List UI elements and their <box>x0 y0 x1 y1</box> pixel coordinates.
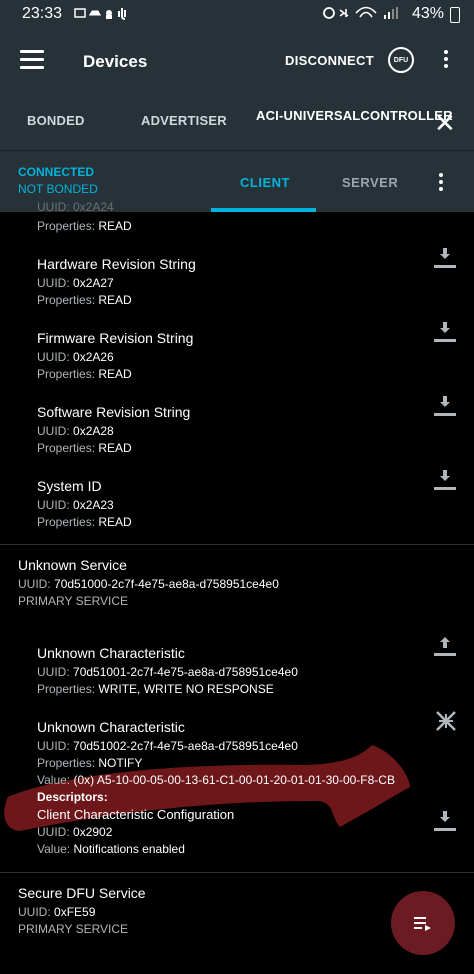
tab-client[interactable]: CLIENT <box>240 175 290 190</box>
service-type: PRIMARY SERVICE <box>18 594 129 608</box>
characteristic-uuid: 0x2A28 <box>73 424 114 438</box>
characteristic-name: Unknown Characteristic <box>37 645 185 661</box>
log-fab-button[interactable] <box>391 891 455 955</box>
characteristic-uuid: 0x2A23 <box>73 498 114 512</box>
characteristic-properties: READ <box>98 515 132 529</box>
notifications-toggle-icon[interactable] <box>435 710 457 732</box>
connection-menu-icon[interactable] <box>439 173 445 194</box>
dfu-icon[interactable]: DFU <box>388 47 414 73</box>
service-uuid: 0xFE59 <box>54 905 96 919</box>
system-status-icons <box>322 6 404 23</box>
characteristic-name: Unknown Characteristic <box>37 719 185 735</box>
characteristic-properties: READ <box>98 367 132 381</box>
characteristic-value: (0x) A5-10-00-05-00-13-61-C1-00-01-20-01… <box>73 773 395 787</box>
service-uuid: 70d51000-2c7f-4e75-ae8a-d758951ce4e0 <box>54 577 279 591</box>
overflow-menu-icon[interactable] <box>444 50 450 71</box>
service-name: Unknown Service <box>18 557 127 573</box>
characteristic-properties: READ <box>98 441 132 455</box>
characteristic-properties: WRITE, WRITE NO RESPONSE <box>98 682 274 696</box>
service-name: Secure DFU Service <box>18 885 146 901</box>
characteristic-item[interactable]: System ID UUID: 0x2A23 Properties: READ <box>37 478 132 529</box>
tab-advertiser[interactable]: ADVERTISER <box>141 113 227 128</box>
status-bar: 23:33 43% <box>0 0 474 28</box>
characteristic-item[interactable]: Hardware Revision String UUID: 0x2A27 Pr… <box>37 256 196 307</box>
app-bar: Devices DISCONNECT DFU BONDED ADVERTISER… <box>0 28 474 176</box>
characteristic-properties: READ <box>98 293 132 307</box>
bond-state: NOT BONDED <box>18 182 98 196</box>
app-title: Devices <box>83 52 148 71</box>
descriptor-uuid: 0x2902 <box>73 825 113 839</box>
service-item[interactable]: Secure DFU Service UUID: 0xFE59 PRIMARY … <box>18 885 146 936</box>
list-play-icon <box>414 917 431 931</box>
battery-percent: 43% <box>411 5 444 22</box>
characteristic-item[interactable]: Unknown Characteristic UUID: 70d51002-2c… <box>37 719 395 856</box>
read-download-icon[interactable] <box>434 470 456 490</box>
status-time: 23:33 <box>22 5 63 22</box>
characteristic-item[interactable]: Software Revision String UUID: 0x2A28 Pr… <box>37 404 190 455</box>
battery-icon <box>450 7 460 23</box>
service-type: PRIMARY SERVICE <box>18 922 129 936</box>
menu-icon[interactable] <box>20 50 44 69</box>
connection-state: CONNECTED <box>18 165 95 179</box>
close-icon[interactable]: ✕ <box>434 108 456 139</box>
descriptor-value: Notifications enabled <box>73 842 185 856</box>
notification-icons <box>74 6 134 23</box>
disconnect-button[interactable]: DISCONNECT <box>285 53 374 68</box>
characteristic-name: Firmware Revision String <box>37 330 194 346</box>
characteristic-properties: NOTIFY <box>98 756 143 770</box>
read-download-icon[interactable] <box>434 322 456 342</box>
divider <box>0 544 474 545</box>
characteristic-uuid: 70d51001-2c7f-4e75-ae8a-d758951ce4e0 <box>73 665 298 679</box>
read-descriptor-download-icon[interactable] <box>434 811 456 831</box>
divider <box>0 872 474 873</box>
partial-properties: Properties: READ <box>37 219 132 233</box>
characteristic-uuid: 70d51002-2c7f-4e75-ae8a-d758951ce4e0 <box>73 739 298 753</box>
read-download-icon[interactable] <box>434 396 456 416</box>
characteristic-item[interactable]: Firmware Revision String UUID: 0x2A26 Pr… <box>37 330 193 381</box>
characteristic-name: Software Revision String <box>37 404 191 420</box>
characteristic-uuid: 0x2A27 <box>73 276 114 290</box>
characteristic-uuid: 0x2A26 <box>73 350 114 364</box>
tab-device[interactable]: ACI-UNIVERSALCONTROLLER <box>256 108 453 123</box>
descriptor-name: Client Characteristic Configuration <box>37 807 235 822</box>
descriptors-header: Descriptors: <box>37 790 108 804</box>
tab-bonded[interactable]: BONDED <box>27 113 85 128</box>
characteristic-name: Hardware Revision String <box>37 256 196 272</box>
characteristic-name: System ID <box>37 478 102 494</box>
write-upload-icon[interactable] <box>434 636 456 656</box>
tab-server[interactable]: SERVER <box>342 175 398 190</box>
service-item[interactable]: Unknown Service UUID: 70d51000-2c7f-4e75… <box>18 557 279 608</box>
characteristic-item[interactable]: Unknown Characteristic UUID: 70d51001-2c… <box>37 645 298 696</box>
read-download-icon[interactable] <box>434 248 456 268</box>
